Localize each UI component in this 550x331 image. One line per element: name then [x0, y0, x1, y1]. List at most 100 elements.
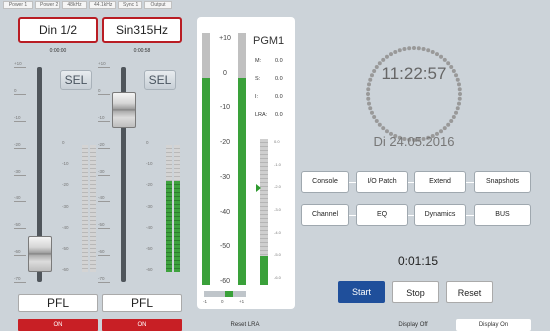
clock-second-dot: [449, 119, 454, 124]
stat-value: 0.0: [275, 94, 283, 100]
display-off-button[interactable]: Display Off: [380, 322, 446, 328]
clock-second-dot: [366, 87, 371, 92]
stop-button[interactable]: Stop: [392, 281, 439, 303]
clock-second-dot: [366, 96, 371, 101]
nav-button-dynamics[interactable]: Dynamics: [414, 204, 466, 226]
meter-scale-label: -20: [146, 182, 153, 188]
loudness-meter: [260, 139, 268, 285]
fader-scale-label: -50: [98, 222, 105, 228]
fader-knob[interactable]: [28, 236, 52, 273]
stat-label: I:: [255, 94, 259, 100]
loudness-scale-label: -1.0: [274, 161, 281, 167]
channel-name[interactable]: Sin315Hz: [102, 17, 182, 43]
fader-scale-label: -50: [14, 222, 21, 228]
status-indicator: Sync 1: [118, 1, 142, 9]
fader-scale-label: -40: [14, 195, 21, 201]
pgm-panel: +10 0 -10 -20 -30 -40 -50 -60 PGM1 M: 0.0 S: 0.0 I:…: [197, 17, 295, 309]
fader-scale-tick: [14, 120, 26, 122]
status-indicator: Output: [144, 1, 172, 9]
pgm-scale-label: -40: [219, 208, 231, 216]
pgm-scale-label: -20: [219, 139, 231, 147]
clock-second-dot: [454, 110, 459, 115]
fader-scale-tick: [14, 174, 26, 176]
stat-label: S:: [255, 76, 261, 82]
status-indicator: 48kHz: [62, 1, 87, 9]
fader-scale-tick: [98, 201, 110, 203]
meter-scale-label: -50: [62, 245, 69, 251]
loudness-scale-label: 0.0: [274, 139, 280, 144]
display-on-button[interactable]: Display On: [456, 319, 531, 331]
nav-button-channel[interactable]: Channel: [301, 204, 349, 226]
reset-button[interactable]: Reset: [446, 281, 493, 303]
fader-scale-tick: [98, 120, 110, 122]
clock-second-dot: [456, 101, 461, 106]
balance-label: 0: [221, 299, 224, 304]
fader-scale-tick: [14, 147, 26, 149]
fader-scale-tick: [98, 147, 110, 149]
clock-time: 11:22:57: [381, 64, 447, 83]
channel-meter: [174, 145, 180, 272]
stat-value: 0.0: [275, 112, 283, 118]
on-button[interactable]: ON: [102, 319, 182, 331]
nav-button-snapshots[interactable]: Snapshots: [474, 171, 531, 193]
fader-scale-label: -60: [14, 249, 21, 255]
meter-scale-label: -40: [62, 224, 69, 230]
sel-button[interactable]: SEL: [144, 70, 176, 90]
fader-scale-tick: [98, 255, 110, 257]
clock-second-dot: [384, 129, 389, 134]
nav-button-console[interactable]: Console: [301, 171, 349, 193]
fader-knob[interactable]: [112, 92, 136, 128]
fader-scale-label: -60: [98, 249, 105, 255]
fader-scale-tick: [14, 255, 26, 257]
clock-second-dot: [384, 54, 389, 59]
nav-button-bus[interactable]: BUS: [474, 204, 531, 226]
reset-lra-button[interactable]: Reset LRA: [210, 322, 280, 328]
clock-second-dot: [435, 52, 439, 57]
status-indicator: Power 2: [35, 1, 60, 9]
channel-meter-fill: [166, 180, 172, 272]
stat-label: M:: [255, 58, 262, 64]
pfl-button[interactable]: PFL: [18, 294, 98, 312]
clock-second-dot: [372, 115, 377, 119]
clock-dial: [366, 46, 462, 142]
clock-second-dot: [439, 54, 444, 59]
meter-scale-label: -30: [146, 203, 153, 209]
meter-scale-label: -10: [62, 161, 69, 167]
fader-scale-label: +10: [14, 61, 22, 66]
clock-second-dot: [381, 57, 386, 62]
clock-second-dot: [368, 106, 373, 111]
clock-second-dot: [397, 48, 402, 53]
start-button[interactable]: Start: [338, 281, 385, 303]
channel-meter: [90, 145, 96, 272]
meter-scale-label: -60: [146, 267, 153, 272]
clock-second-dot: [366, 92, 370, 96]
channel-meter-fill: [174, 180, 180, 272]
balance-label: +1: [239, 299, 245, 304]
meter-scale-label: -40: [146, 224, 153, 230]
fader-scale-label: -20: [14, 141, 21, 147]
nav-button-extend[interactable]: Extend: [414, 171, 466, 193]
clock-second-dot: [446, 122, 451, 127]
nav-button-iopatch[interactable]: I/O Patch: [356, 171, 408, 193]
clock-second-dot: [457, 87, 462, 92]
fader-scale-label: -40: [98, 195, 105, 201]
clock-second-dot: [458, 92, 462, 96]
channel-name[interactable]: Din 1/2: [18, 17, 98, 43]
sel-button[interactable]: SEL: [60, 70, 92, 90]
stat-value: 0.0: [275, 76, 283, 82]
channel-meter: [82, 145, 88, 272]
button-connector: [466, 182, 474, 183]
status-indicator: Power 1: [3, 1, 33, 9]
pfl-button[interactable]: PFL: [102, 294, 182, 312]
on-button[interactable]: ON: [18, 319, 98, 331]
fader-scale-tick: [14, 67, 26, 68]
meter-scale-label: -20: [62, 182, 69, 188]
clock-second-dot: [393, 49, 398, 54]
button-connector: [349, 215, 356, 216]
channel-time: 0:00:58: [133, 48, 151, 54]
clock-second-dot: [367, 101, 372, 106]
meter-scale-label: 0: [62, 140, 65, 145]
fader-scale-label: -10: [14, 114, 21, 120]
nav-button-eq[interactable]: EQ: [356, 204, 408, 226]
fader-scale-label: -20: [98, 141, 105, 147]
